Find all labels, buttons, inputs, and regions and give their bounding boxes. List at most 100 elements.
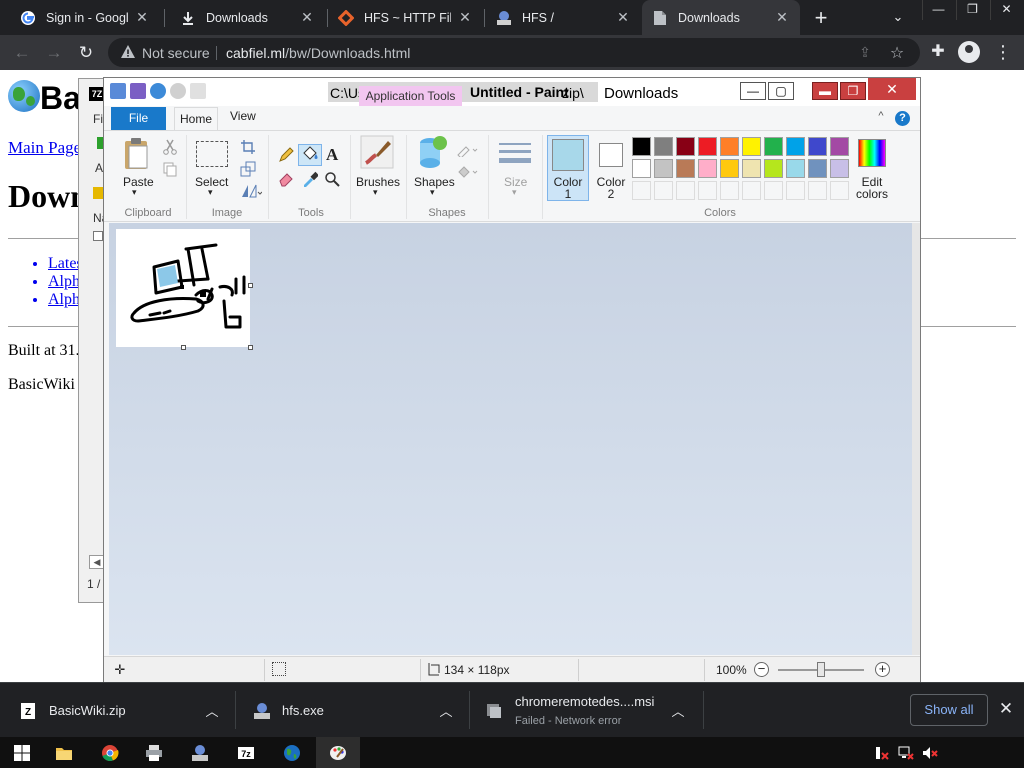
shapes-icon[interactable]	[416, 135, 448, 169]
text-tool-icon[interactable]: A	[326, 145, 344, 164]
palette-swatch[interactable]	[698, 137, 717, 156]
palette-swatch-empty[interactable]	[698, 181, 717, 200]
application-tools-tab[interactable]: Application Tools	[359, 86, 462, 106]
brushes-icon[interactable]	[360, 135, 394, 169]
download-item[interactable]: hfs.exe ︿	[236, 683, 468, 738]
customize-toolbar-icon[interactable]	[190, 83, 206, 99]
select-dropdown-icon[interactable]: ▾	[208, 187, 213, 198]
close-tab-icon[interactable]: ✕	[134, 9, 150, 26]
palette-swatch[interactable]	[676, 159, 695, 178]
palette-swatch[interactable]	[654, 159, 673, 178]
warning-icon[interactable]	[120, 44, 136, 60]
start-button[interactable]	[0, 737, 44, 768]
tab-downloads-active[interactable]: Downloads ✕	[642, 0, 800, 35]
resize-handle-bottom[interactable]	[181, 345, 186, 350]
palette-swatch[interactable]	[830, 159, 849, 178]
show-all-downloads-button[interactable]: Show all	[910, 694, 988, 726]
forward-arrow-icon[interactable]: →	[42, 41, 66, 65]
close-button[interactable]: ✕	[868, 78, 916, 100]
crop-icon[interactable]	[240, 139, 256, 155]
palette-swatch-empty[interactable]	[764, 181, 783, 200]
chevron-up-icon[interactable]: ︿	[204, 701, 220, 719]
taskbar-printer[interactable]	[132, 737, 176, 768]
back-arrow-icon[interactable]: ←	[10, 41, 34, 65]
vertical-scrollbar[interactable]	[912, 223, 920, 655]
undo-icon[interactable]	[150, 83, 166, 99]
brushes-dropdown-icon[interactable]: ▾	[373, 187, 378, 198]
redo-icon[interactable]	[170, 83, 186, 99]
download-item-failed[interactable]: chromeremotedes....msi Failed - Network …	[470, 683, 702, 738]
7zip-file-row[interactable]	[93, 231, 103, 241]
collapse-ribbon-icon[interactable]: ^	[874, 110, 888, 124]
download-item[interactable]: Z BasicWiki.zip ︿	[0, 683, 234, 738]
eraser-icon[interactable]	[278, 171, 294, 187]
extensions-puzzle-icon[interactable]: ✚	[928, 41, 948, 61]
resize-icon[interactable]	[240, 161, 256, 177]
outline-icon[interactable]	[456, 141, 478, 159]
palette-swatch[interactable]	[830, 137, 849, 156]
palette-swatch[interactable]	[698, 159, 717, 178]
save-icon[interactable]	[130, 83, 146, 99]
color2-swatch[interactable]	[599, 143, 623, 167]
palette-swatch[interactable]	[742, 137, 761, 156]
color-picker-icon[interactable]	[302, 171, 319, 187]
tab-hfs-http-file-server[interactable]: HFS ~ HTTP File S ✕	[328, 0, 483, 35]
tab-home[interactable]: Home	[174, 107, 218, 131]
network-warning-icon[interactable]	[874, 745, 890, 761]
palette-swatch-empty[interactable]	[830, 181, 849, 200]
tab-view[interactable]: View	[230, 109, 256, 123]
shapes-dropdown-icon[interactable]: ▾	[430, 187, 435, 198]
main-page-link[interactable]: Main Page	[8, 138, 81, 158]
palette-swatch[interactable]	[764, 137, 783, 156]
paste-icon[interactable]	[122, 137, 152, 171]
rotate-icon[interactable]	[240, 183, 263, 199]
taskbar-file-explorer[interactable]	[42, 737, 86, 768]
fill-icon[interactable]	[456, 163, 478, 179]
palette-swatch[interactable]	[808, 137, 827, 156]
fill-bucket-icon[interactable]	[298, 144, 322, 166]
palette-swatch[interactable]	[786, 137, 805, 156]
magnifier-icon[interactable]	[324, 171, 340, 187]
network-icon[interactable]	[898, 745, 914, 761]
pencil-icon[interactable]	[278, 147, 294, 163]
cut-icon[interactable]	[162, 139, 178, 155]
tab-hfs-root[interactable]: HFS / ✕	[486, 0, 641, 35]
paint-title-bar[interactable]: C:\Us Application Tools Untitled - Paint…	[104, 78, 920, 106]
close-window-button[interactable]: ✕	[990, 0, 1022, 20]
palette-swatch[interactable]	[808, 159, 827, 178]
share-icon[interactable]: ⇪	[856, 44, 874, 62]
maximize-button[interactable]: ▢	[768, 82, 794, 100]
paint-app-icon[interactable]	[110, 83, 126, 99]
address-bar[interactable]: Not secure cabfiel.ml/bw/Downloads.html …	[108, 38, 920, 67]
bookmark-star-icon[interactable]: ☆	[888, 43, 906, 62]
size-dropdown-icon[interactable]: ▾	[512, 187, 517, 198]
palette-swatch-empty[interactable]	[654, 181, 673, 200]
tab-file[interactable]: File	[111, 107, 166, 130]
tab-downloads[interactable]: Downloads ✕	[170, 0, 325, 35]
palette-swatch[interactable]	[632, 137, 651, 156]
minimize-icon[interactable]: ▬	[812, 82, 838, 100]
copy-icon[interactable]	[162, 161, 178, 177]
palette-swatch[interactable]	[676, 137, 695, 156]
palette-swatch-empty[interactable]	[742, 181, 761, 200]
palette-swatch[interactable]	[720, 137, 739, 156]
tab-search-icon[interactable]: ⌄	[888, 7, 908, 27]
resize-handle-right[interactable]	[248, 283, 253, 288]
palette-swatch-empty[interactable]	[720, 181, 739, 200]
speaker-muted-icon[interactable]	[922, 745, 938, 761]
select-icon[interactable]	[196, 141, 228, 167]
palette-swatch-empty[interactable]	[786, 181, 805, 200]
restore-icon[interactable]: ❐	[840, 82, 866, 100]
edit-colors-label-2[interactable]: colors	[854, 187, 890, 201]
brushes-button[interactable]: Brushes	[356, 175, 400, 189]
restore-window-button[interactable]: ❐	[956, 0, 988, 20]
close-shelf-icon[interactable]: ✕	[996, 699, 1016, 719]
zoom-in-icon[interactable]: +	[875, 662, 890, 677]
paste-button[interactable]: Paste	[123, 175, 154, 189]
taskbar-paint[interactable]	[316, 737, 360, 768]
chrome-menu-icon[interactable]: ⋮	[994, 41, 1012, 63]
profile-avatar-icon[interactable]	[958, 41, 980, 63]
canvas-workspace[interactable]	[109, 223, 917, 655]
palette-swatch-empty[interactable]	[676, 181, 695, 200]
new-tab-button[interactable]: +	[808, 5, 834, 31]
